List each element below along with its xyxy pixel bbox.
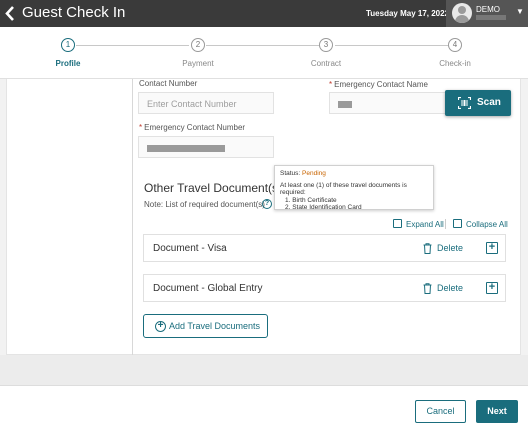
- document-title: Document - Visa: [153, 243, 227, 254]
- next-button[interactable]: Next: [476, 400, 518, 423]
- tooltip-message: At least one (1) of these travel documen…: [280, 181, 407, 197]
- document-title: Document - Global Entry: [153, 283, 263, 294]
- page-title: Guest Check In: [22, 4, 126, 21]
- scan-label: Scan: [477, 97, 501, 108]
- scan-icon: [458, 97, 471, 109]
- current-date: Tuesday May 17, 2022: [366, 9, 450, 18]
- collapse-all-link[interactable]: Collapse All: [466, 220, 508, 229]
- step-1-label: Profile: [55, 59, 81, 68]
- step-3-indicator[interactable]: 3: [319, 38, 333, 52]
- step-2-indicator[interactable]: 2: [191, 38, 205, 52]
- expand-all-icon: [393, 219, 402, 228]
- step-connector: [76, 45, 189, 46]
- tooltip-item: 1. Birth Certificate: [285, 196, 337, 204]
- emergency-contact-number-input[interactable]: [138, 136, 274, 158]
- delete-document-button[interactable]: Delete: [423, 283, 463, 294]
- document-card-global-entry[interactable]: Document - Global Entry Delete +: [143, 274, 506, 302]
- add-travel-documents-button[interactable]: + Add Travel Documents: [143, 314, 268, 338]
- back-arrow-icon[interactable]: [3, 5, 17, 22]
- plus-circle-icon: +: [155, 321, 166, 332]
- document-card-visa[interactable]: Document - Visa Delete +: [143, 234, 506, 262]
- caret-down-icon: ▼: [516, 7, 524, 16]
- step-connector: [206, 45, 319, 46]
- trash-icon: [423, 283, 432, 294]
- help-icon[interactable]: ?: [262, 199, 272, 209]
- emergency-contact-name-input[interactable]: [329, 92, 453, 114]
- required-documents-tooltip: Status: Pending At least one (1) of thes…: [274, 165, 434, 211]
- collapse-all-icon: [453, 219, 462, 228]
- emergency-contact-number-label: * Emergency Contact Number: [139, 123, 246, 132]
- cancel-button[interactable]: Cancel: [415, 400, 466, 423]
- step-3-label: Contract: [310, 59, 342, 68]
- step-1-indicator[interactable]: 1: [61, 38, 75, 52]
- expand-all-link[interactable]: Expand All: [406, 220, 444, 229]
- required-documents-note: Note: List of required document(s): [144, 200, 265, 209]
- user-subtitle-redacted: [476, 15, 506, 20]
- link-separator: [445, 219, 446, 229]
- step-4-indicator[interactable]: 4: [448, 38, 462, 52]
- user-menu[interactable]: DEMO ▼: [446, 0, 528, 27]
- contact-number-placeholder: Enter Contact Number: [147, 99, 237, 109]
- expand-document-button[interactable]: +: [486, 282, 498, 294]
- trash-icon: [423, 243, 432, 254]
- app-header: Guest Check In Tuesday May 17, 2022 DEMO…: [0, 0, 528, 27]
- contact-number-input[interactable]: Enter Contact Number: [138, 92, 274, 114]
- contact-number-label: Contact Number: [139, 79, 198, 88]
- expand-document-button[interactable]: +: [486, 242, 498, 254]
- add-travel-documents-label: Add Travel Documents: [169, 321, 261, 331]
- emergency-contact-name-label: * Emergency Contact Name: [329, 80, 428, 89]
- tooltip-item: 2. State Identification Card: [285, 204, 362, 211]
- step-connector: [335, 45, 448, 46]
- scan-button[interactable]: Scan: [445, 90, 511, 116]
- user-name: DEMO: [476, 5, 500, 14]
- masked-value: [147, 145, 225, 153]
- masked-value: [338, 101, 352, 109]
- footer-spacer: [0, 355, 528, 385]
- column-divider: [132, 79, 133, 355]
- delete-document-button[interactable]: Delete: [423, 243, 463, 254]
- tooltip-status: Status: Pending: [280, 170, 326, 177]
- travel-documents-title: Other Travel Document(s): [144, 181, 283, 195]
- step-4-label: Check-in: [439, 59, 471, 68]
- progress-stepper: 1 Profile 2 Payment 3 Contract 4 Check-i…: [0, 27, 528, 79]
- step-2-label: Payment: [182, 59, 214, 68]
- footer-bar: Cancel Next: [0, 385, 528, 429]
- avatar: [452, 3, 472, 23]
